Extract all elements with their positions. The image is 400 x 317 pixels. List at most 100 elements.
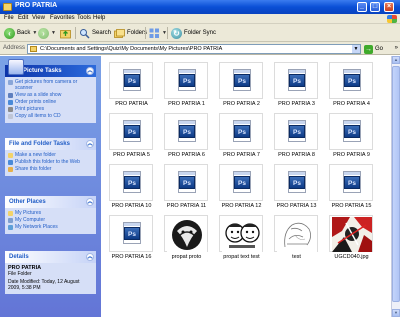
collapse-icon[interactable]: ︽	[86, 67, 94, 75]
menu-help[interactable]: Help	[93, 15, 105, 21]
forward-button[interactable]: › ▼	[38, 26, 56, 40]
file-item[interactable]: Ps PRO PATRIA 8	[269, 111, 324, 162]
file-item[interactable]: Ps PRO PATRIA 15	[324, 162, 379, 213]
vertical-scrollbar[interactable]: ▲ ▼	[391, 56, 400, 317]
task-get-pictures[interactable]: Get pictures from camera or scanner	[8, 79, 93, 91]
task-copy-to-cd[interactable]: Copy all items to CD	[8, 113, 93, 119]
photoshop-file-icon: Ps	[343, 69, 361, 91]
file-name: PRO PATRIA 1	[168, 101, 205, 107]
file-view[interactable]: Ps PRO PATRIA Ps PRO PATRIA 1 Ps PRO PATRIA 2…	[101, 56, 391, 317]
close-button[interactable]: ×	[384, 2, 394, 12]
menu-edit[interactable]: Edit	[18, 15, 28, 21]
menu-favorites[interactable]: Favorites	[50, 15, 75, 21]
window-title: PRO PATRIA	[15, 2, 58, 9]
file-item[interactable]: Ps PRO PATRIA	[104, 60, 159, 111]
menu-file[interactable]: File	[4, 15, 14, 21]
file-item[interactable]: Ps PRO PATRIA 6	[159, 111, 214, 162]
chevron-down-icon[interactable]: ▼	[352, 45, 360, 53]
file-item[interactable]: Ps PRO PATRIA 7	[214, 111, 269, 162]
file-item[interactable]: Ps PRO PATRIA 12	[214, 162, 269, 213]
file-item[interactable]: Ps PRO PATRIA 3	[269, 60, 324, 111]
thumbnail-frame: Ps	[219, 164, 263, 201]
file-item[interactable]: Ps PRO PATRIA 5	[104, 111, 159, 162]
windows-logo-icon	[387, 15, 397, 23]
image-thumbnail	[277, 217, 317, 252]
title-bar[interactable]: PRO PATRIA _ □ ×	[0, 0, 400, 14]
maximize-button[interactable]: □	[370, 2, 380, 12]
thumbnail-grid: Ps PRO PATRIA Ps PRO PATRIA 1 Ps PRO PATRIA 2…	[104, 60, 379, 315]
task-label: Order prints online	[15, 99, 57, 105]
up-folder-button[interactable]	[60, 26, 71, 40]
task-label: Publish this folder to the Web	[15, 159, 80, 165]
file-item[interactable]: Ps PRO PATRIA 1	[159, 60, 214, 111]
scroll-thumb[interactable]	[392, 66, 400, 302]
photoshop-file-icon: Ps	[123, 69, 141, 91]
file-item[interactable]: Ps PRO PATRIA 2	[214, 60, 269, 111]
file-name: PRO PATRIA 2	[223, 101, 260, 107]
file-item[interactable]: Ps PRO PATRIA 13	[269, 162, 324, 213]
task-label: Print pictures	[15, 106, 45, 112]
photoshop-file-icon: Ps	[123, 120, 141, 142]
file-item[interactable]: Ps PRO PATRIA 16	[104, 213, 159, 264]
file-tasks-panel: File and Folder Tasks ︽ Make a new folde…	[5, 138, 96, 176]
minimize-button[interactable]: _	[357, 2, 367, 12]
thumbnail-frame: Ps	[109, 215, 153, 252]
back-button[interactable]: ‹ Back ▼	[4, 26, 37, 40]
file-name: PRO PATRIA 9	[333, 152, 370, 158]
folders-button[interactable]: Folders	[114, 26, 147, 40]
scroll-up-icon[interactable]: ▲	[392, 56, 400, 64]
search-button[interactable]: Search	[79, 26, 111, 40]
toolbar: ‹ Back ▼ › ▼ Search Folders ▼ ↻ Folder S…	[0, 24, 400, 42]
file-item[interactable]: Ps PRO PATRIA 10	[104, 162, 159, 213]
menu-tools[interactable]: Tools	[77, 15, 91, 21]
details-header[interactable]: Details ︽	[5, 251, 96, 263]
details-title: Details	[9, 254, 29, 260]
folders-icon	[114, 28, 125, 38]
place-network[interactable]: My Network Places	[8, 224, 93, 230]
address-input[interactable]: C:\Documents and Settings\Quiz\My Docume…	[27, 44, 361, 54]
task-share-folder[interactable]: Share this folder	[8, 166, 93, 172]
task-new-folder[interactable]: Make a new folder	[8, 152, 93, 158]
camera-icon	[8, 59, 24, 75]
thumbnail-frame: Ps	[274, 113, 318, 150]
scroll-down-icon[interactable]: ▼	[392, 309, 400, 317]
picture-tasks-header[interactable]: Picture Tasks ︽	[5, 59, 96, 77]
printer-icon	[8, 106, 13, 112]
back-arrow-icon: ‹	[4, 27, 15, 39]
file-name: PRO PATRIA 7	[223, 152, 260, 158]
file-item[interactable]: propat proto	[159, 213, 214, 264]
file-name: PRO PATRIA	[115, 101, 148, 107]
go-button[interactable]: → Go	[364, 44, 383, 54]
menu-view[interactable]: View	[32, 15, 45, 21]
file-tasks-title: File and Folder Tasks	[9, 141, 70, 147]
address-label: Address	[3, 45, 26, 51]
file-tasks-header[interactable]: File and Folder Tasks ︽	[5, 138, 96, 150]
links-chevron[interactable]: »	[395, 45, 398, 51]
file-item[interactable]: UGCD040.jpg	[324, 213, 379, 264]
views-button[interactable]: ▼	[149, 26, 167, 40]
thumbnail-frame: Ps	[109, 113, 153, 150]
task-print-pictures[interactable]: Print pictures	[8, 106, 93, 112]
task-publish-web[interactable]: Publish this folder to the Web	[8, 159, 93, 165]
folder-sync-button[interactable]: ↻ Folder Sync	[171, 26, 216, 40]
file-item[interactable]: Ps PRO PATRIA 9	[324, 111, 379, 162]
place-label: My Network Places	[15, 224, 58, 230]
other-places-header[interactable]: Other Places ︽	[5, 196, 96, 208]
task-slide-show[interactable]: View as a slide show	[8, 92, 93, 98]
file-item[interactable]: propat text test	[214, 213, 269, 264]
place-my-pictures[interactable]: My Pictures	[8, 210, 93, 216]
file-item[interactable]: test	[269, 213, 324, 264]
task-label: Copy all items to CD	[15, 113, 61, 119]
collapse-icon[interactable]: ︽	[86, 140, 94, 148]
task-order-prints[interactable]: Order prints online	[8, 99, 93, 105]
collapse-icon[interactable]: ︽	[86, 253, 94, 261]
file-item[interactable]: Ps PRO PATRIA 4	[324, 60, 379, 111]
file-item[interactable]: Ps PRO PATRIA 11	[159, 162, 214, 213]
slideshow-icon	[8, 92, 13, 98]
file-name: PRO PATRIA 10	[111, 203, 152, 209]
place-my-computer[interactable]: My Computer	[8, 217, 93, 223]
toolbar-separator	[145, 27, 146, 39]
picture-tasks-panel: Picture Tasks ︽ Get pictures from camera…	[5, 59, 96, 123]
folder-up-icon	[60, 29, 71, 38]
collapse-icon[interactable]: ︽	[86, 198, 94, 206]
